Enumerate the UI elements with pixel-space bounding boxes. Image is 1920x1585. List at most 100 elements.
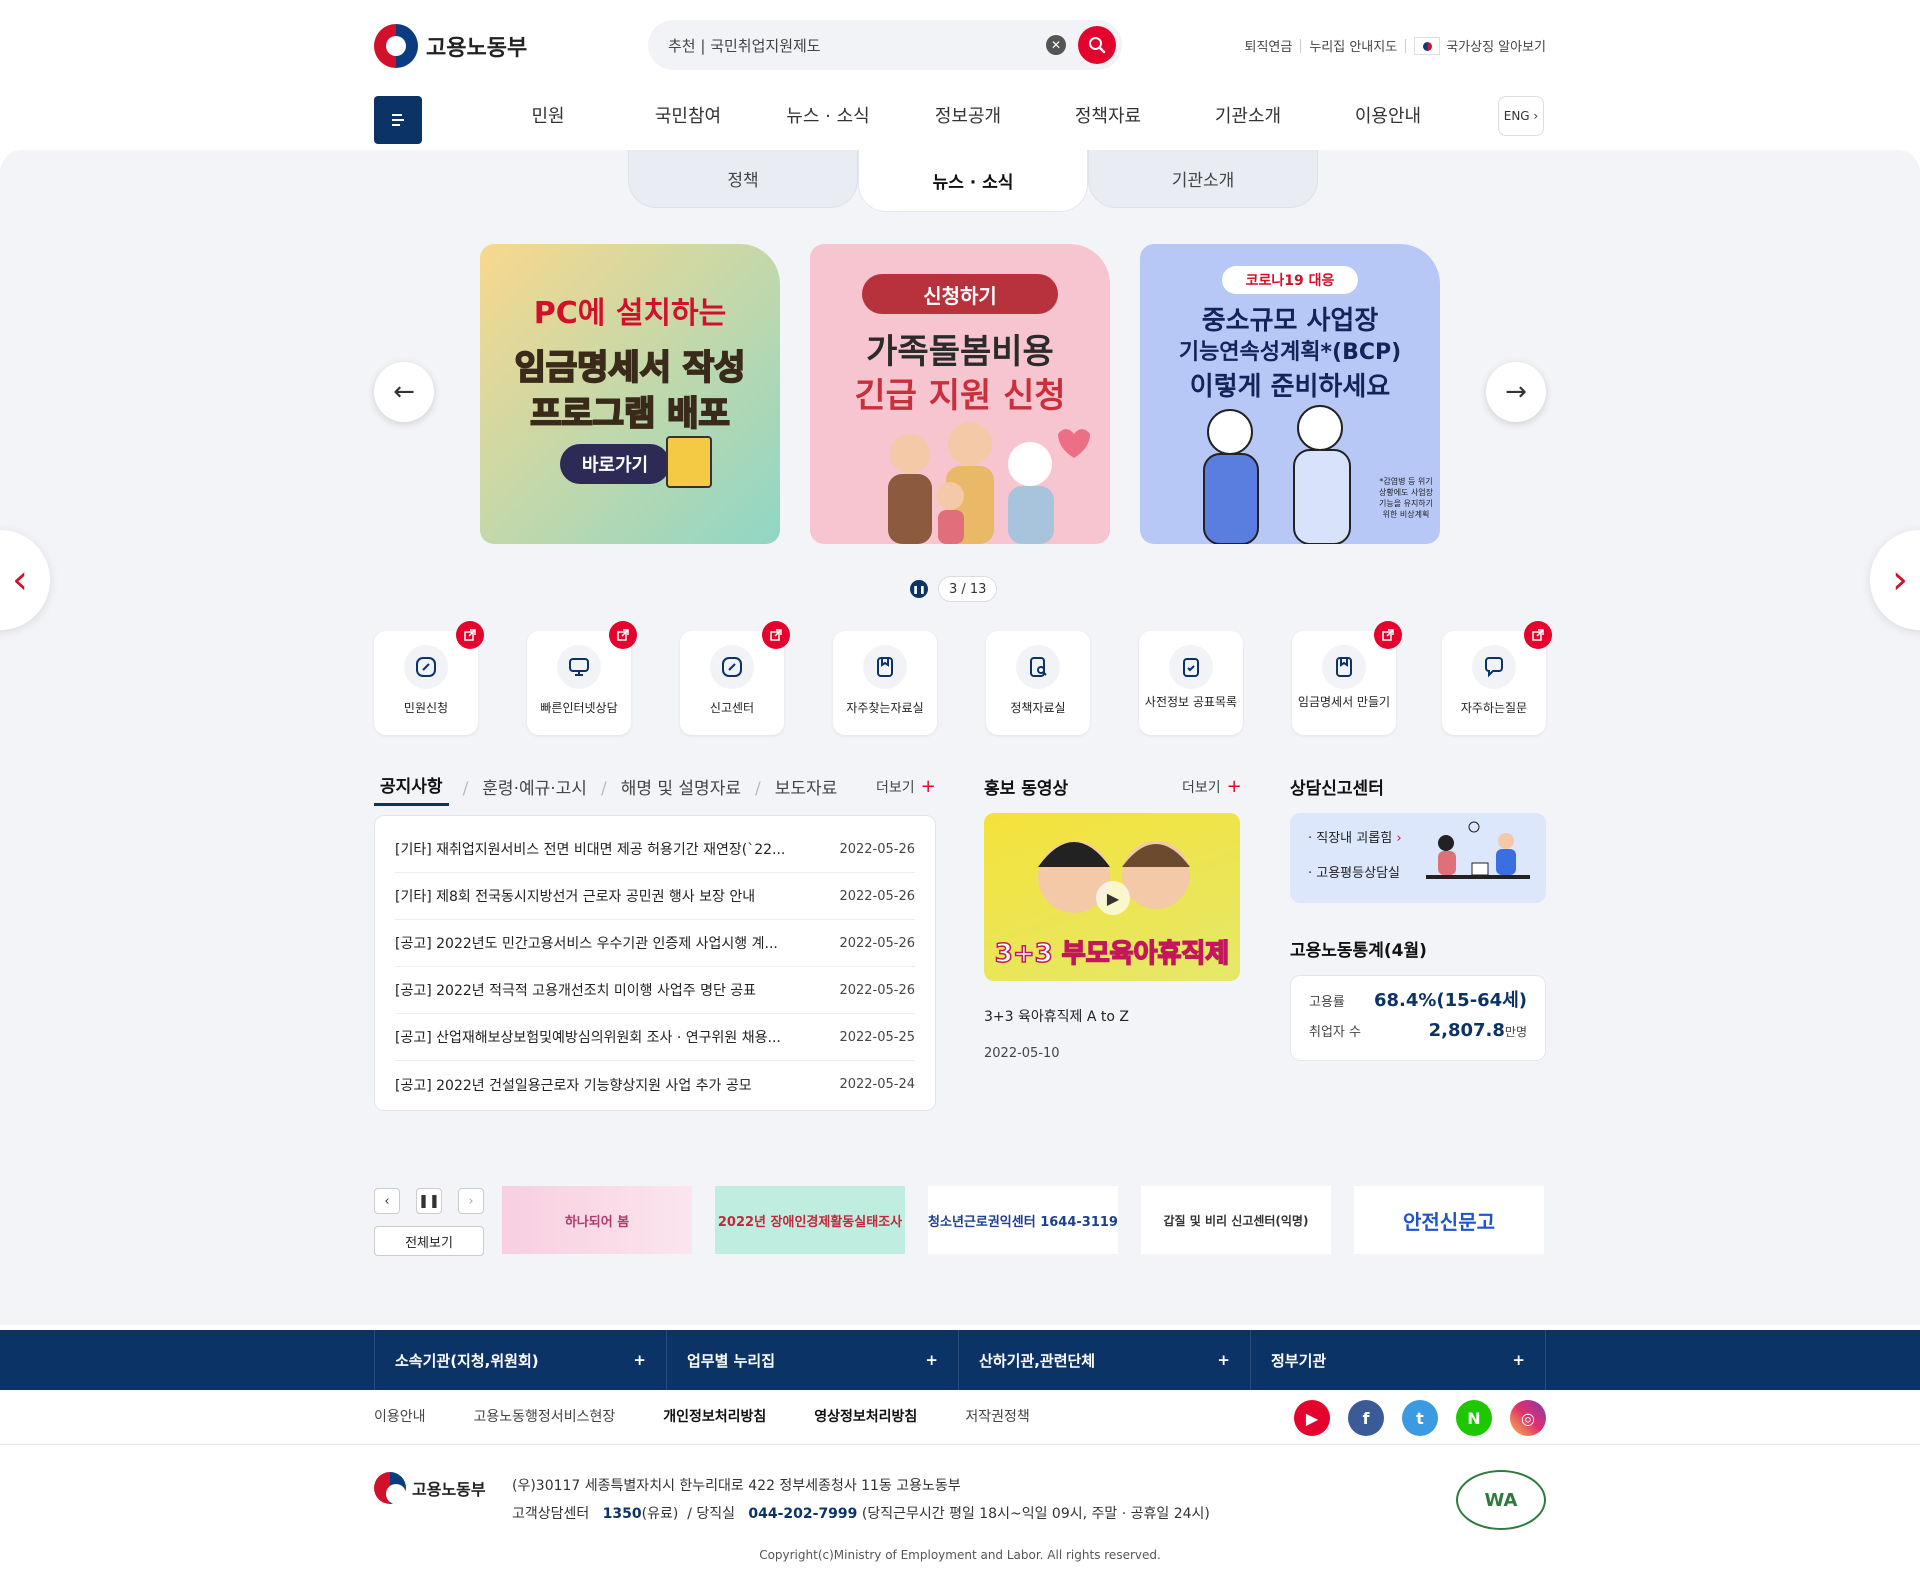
pause-icon[interactable]: ❚❚ <box>910 580 928 598</box>
footer-dropdown-affiliates[interactable]: 소속기관(지청,위원회) + <box>374 1330 666 1390</box>
address-text: (우)30117 세종특별자치시 한누리대로 422 정부세종청사 11동 고용… <box>512 1478 961 1494</box>
link-sitemap[interactable]: 누리집 안내지도 <box>1309 36 1397 55</box>
facebook-icon[interactable]: f <box>1348 1400 1384 1436</box>
stat-employed-count: 취업자 수 2,807.8만명 <box>1309 1020 1527 1041</box>
family-illustration-icon <box>888 422 1090 544</box>
nav-policy[interactable]: 정책자료 <box>1038 104 1178 130</box>
footer-link-video-privacy[interactable]: 영상정보처리방침 <box>814 1406 917 1426</box>
tab-notice[interactable]: 공지사항 <box>374 772 449 806</box>
tab-about[interactable]: 기관소개 <box>1088 150 1318 208</box>
all-menu-button[interactable] <box>374 96 422 144</box>
center-number: 1350 <box>602 1506 642 1522</box>
slide-next-button[interactable]: → <box>1486 362 1546 422</box>
slide-text: 가족돌봄비용 <box>866 332 1054 372</box>
slide-bcp[interactable]: 코로나19 대응 중소규모 사업장 기능연속성계획*(BCP) 이렇게 준비하세… <box>1140 244 1440 544</box>
tab-policy[interactable]: 정책 <box>628 150 858 208</box>
slide-prev-button[interactable]: ← <box>374 362 434 422</box>
nav-news[interactable]: 뉴스 · 소식 <box>758 104 898 130</box>
footer-link-privacy[interactable]: 개인정보처리방침 <box>663 1406 766 1426</box>
list-item[interactable]: [공고] 2022년 적극적 고용개선조치 미이행 사업주 명단 공표 2022-… <box>395 967 915 1014</box>
quick-label: 빠른인터넷상담 <box>540 701 618 715</box>
search-input[interactable]: 추천 | 국민취업지원제도 <box>668 35 1046 56</box>
banner-item[interactable]: 안전신문고 <box>1354 1186 1544 1254</box>
search-button[interactable] <box>1078 26 1116 64</box>
plus-icon: + <box>633 1351 646 1369</box>
quick-faq[interactable]: 자주하는질문 <box>1442 621 1552 735</box>
video-caption[interactable]: 3+3 육아휴직제 A to Z <box>984 1006 1129 1026</box>
nav-participation[interactable]: 국민참여 <box>618 104 758 130</box>
banner-pause-button[interactable]: ❚❚ <box>416 1188 442 1214</box>
search-bar[interactable]: 추천 | 국민취업지원제도 ✕ <box>648 20 1122 70</box>
english-button[interactable]: ENG › <box>1498 96 1544 136</box>
external-link-icon <box>1524 621 1552 649</box>
plus-icon: + <box>925 1351 938 1369</box>
external-link-icon <box>1374 621 1402 649</box>
chat-bubble-icon <box>1472 645 1516 689</box>
quick-policy-library[interactable]: 정책자료실 <box>986 631 1090 735</box>
banner-item[interactable]: 청소년근로권익센터 1644-3119 <box>928 1186 1118 1254</box>
quick-label: 신고센터 <box>709 701 755 715</box>
footer-link-service[interactable]: 고용노동행정서비스현장 <box>474 1406 616 1426</box>
list-item[interactable]: [공고] 산업재해보상보험및예방심의위원회 조사 · 연구위원 채용... 202… <box>395 1014 915 1061</box>
slide-text: 이렇게 준비하세요 <box>1189 372 1391 402</box>
video-more-link[interactable]: 더보기 + <box>1182 776 1242 797</box>
twitter-icon[interactable]: t <box>1402 1400 1438 1436</box>
copyright: Copyright(c)Ministry of Employment and L… <box>759 1548 1161 1562</box>
naver-icon[interactable]: N <box>1456 1400 1492 1436</box>
banner-item[interactable]: 2022년 장애인경제활동실태조사 <box>715 1186 905 1254</box>
quick-online-consult[interactable]: 빠른인터넷상담 <box>527 621 637 735</box>
site-logo[interactable]: 고용노동부 <box>374 24 527 68</box>
nav-guide[interactable]: 이용안내 <box>1318 104 1458 130</box>
external-link-icon <box>456 621 484 649</box>
nav-information[interactable]: 정보공개 <box>898 104 1038 130</box>
quick-label: 자주찾는자료실 <box>846 701 924 715</box>
link-retirement-pension[interactable]: 퇴직연금 <box>1244 36 1292 55</box>
slide-payslip-program[interactable]: PC에 설치하는 임금명세서 작성 프로그램 배포 바로가기 <box>480 244 780 544</box>
quick-payslip[interactable]: 임금명세서 만들기 <box>1292 621 1402 735</box>
banner-item[interactable]: 하나되어 봄 <box>502 1186 692 1254</box>
list-item[interactable]: [기타] 재취업지원서비스 전면 비대면 제공 허용기간 재연장(`22... 2… <box>395 826 915 873</box>
tab-directives[interactable]: 훈령·예규·고시 <box>482 774 587 805</box>
quick-petition[interactable]: 민원신청 <box>374 621 484 735</box>
footer-dropdown-websites[interactable]: 업무별 누리집 + <box>666 1330 958 1390</box>
doc-search-icon <box>1016 645 1060 689</box>
banner-item[interactable]: 갑질 및 비리 신고센터(익명) <box>1141 1186 1331 1254</box>
korea-flag-icon <box>1414 36 1441 55</box>
web-accessibility-mark: WA <box>1456 1470 1546 1530</box>
footer-link-guide[interactable]: 이용안내 <box>374 1406 426 1426</box>
video-thumb-text: 3+3 부모육아휴직제 <box>994 938 1230 970</box>
youtube-icon[interactable]: ▶ <box>1294 1400 1330 1436</box>
tab-explanations[interactable]: 해명 및 설명자료 <box>621 774 741 805</box>
main-navigation: 민원 국민참여 뉴스 · 소식 정보공개 정책자료 기관소개 이용안내 <box>478 104 1458 130</box>
list-item[interactable]: [기타] 제8회 전국동시지방선거 근로자 공민권 행사 보장 안내 2022-0… <box>395 873 915 920</box>
tab-press[interactable]: 보도자료 <box>775 774 838 805</box>
consultation-illustration-icon <box>1426 821 1530 879</box>
nav-about[interactable]: 기관소개 <box>1178 104 1318 130</box>
banner-all-button[interactable]: 전체보기 <box>374 1226 484 1256</box>
duty-hours: (당직근무시간 평일 18시~익일 09시, 주말 · 공휴일 24시) <box>861 1506 1210 1522</box>
tab-news[interactable]: 뉴스 · 소식 <box>858 150 1088 212</box>
instagram-icon[interactable]: ◎ <box>1510 1400 1546 1436</box>
footer-divider <box>0 1444 1920 1445</box>
top-links: 퇴직연금 누리집 안내지도 국가상징 알아보기 <box>1244 36 1546 55</box>
pause-icon: ❚❚ <box>418 1193 440 1209</box>
slide-family-care[interactable]: 신청하기 가족돌봄비용 긴급 지원 신청 <box>810 244 1110 544</box>
footer-dropdown-subsidiaries[interactable]: 산하기관,관련단체 + <box>958 1330 1250 1390</box>
banner-prev-button[interactable]: ‹ <box>374 1188 400 1214</box>
list-item[interactable]: [공고] 2022년 건설일용근로자 기능향상지원 사업 추가 공모 2022-0… <box>395 1061 915 1108</box>
quick-faq-library[interactable]: 자주찾는자료실 <box>833 631 937 735</box>
quick-report-center[interactable]: 신고센터 <box>680 621 790 735</box>
notice-more-link[interactable]: 더보기 + <box>876 776 936 797</box>
clear-icon[interactable]: ✕ <box>1046 35 1066 55</box>
quick-pre-disclosure[interactable]: 사전정보 공표목록 <box>1139 631 1243 735</box>
link-national-symbols[interactable]: 국가상징 알아보기 <box>1446 36 1546 55</box>
video-thumbnail[interactable]: ▶ 3+3 부모육아휴직제 <box>984 813 1240 981</box>
slide-text: 중소규모 사업장 <box>1201 306 1379 336</box>
banner-next-button[interactable]: › <box>458 1188 484 1214</box>
taegeuk-logo-icon <box>374 1472 406 1504</box>
nav-civil-petition[interactable]: 민원 <box>478 104 618 130</box>
plus-icon: + <box>1217 1351 1230 1369</box>
footer-link-copyright[interactable]: 저작권정책 <box>965 1406 1029 1426</box>
list-item[interactable]: [공고] 2022년도 민간고용서비스 우수기관 인증제 사업시행 계... 20… <box>395 920 915 967</box>
footer-dropdown-government[interactable]: 정부기관 + <box>1250 1330 1546 1390</box>
